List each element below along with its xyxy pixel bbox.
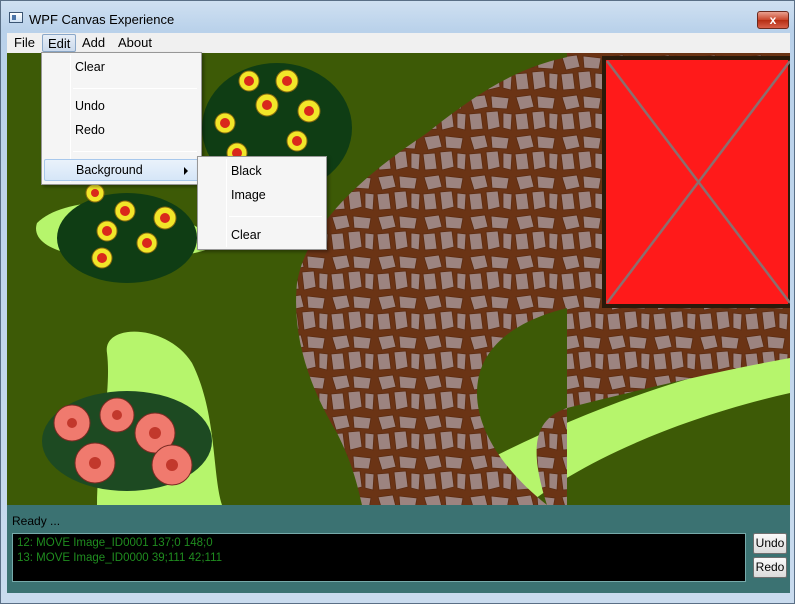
menu-item-background[interactable]: Background — [44, 159, 199, 181]
background-submenu: Black Image Clear — [197, 156, 327, 250]
menu-item-undo[interactable]: Undo — [44, 95, 199, 117]
window-title: WPF Canvas Experience — [29, 12, 175, 27]
undo-button[interactable]: Undo — [753, 533, 787, 554]
menu-separator — [73, 88, 197, 89]
edit-menu-dropdown: Clear Undo Redo Background — [41, 52, 202, 185]
menu-bar: File Edit Add About — [7, 33, 790, 53]
log-line: 13: MOVE Image_ID0000 39;111 42;111 — [17, 552, 223, 564]
app-window: WPF Canvas Experience x File Edit Add Ab… — [0, 0, 795, 604]
status-text: Ready ... — [12, 514, 61, 528]
menu-file[interactable]: File — [9, 34, 40, 52]
log-line: 12: MOVE Image_ID0001 137;0 148;0 — [17, 537, 213, 549]
menu-item-image[interactable]: Image — [200, 184, 324, 206]
submenu-arrow-icon — [184, 167, 188, 175]
menu-item-background-label: Background — [76, 163, 143, 177]
menu-item-background-clear[interactable]: Clear — [200, 224, 324, 246]
menu-item-redo[interactable]: Redo — [44, 119, 199, 141]
menu-about[interactable]: About — [113, 34, 157, 52]
menu-edit[interactable]: Edit — [42, 34, 77, 52]
redo-button[interactable]: Redo — [753, 557, 787, 578]
app-icon — [9, 12, 23, 23]
close-button[interactable]: x — [757, 11, 789, 29]
command-log[interactable]: 12: MOVE Image_ID0001 137;0 148;0 13: MOV… — [12, 533, 746, 582]
menu-add[interactable]: Add — [77, 34, 110, 52]
menu-separator — [73, 151, 197, 152]
status-panel: Ready ... 12: MOVE Image_ID0001 137;0 14… — [7, 505, 790, 593]
title-bar[interactable]: WPF Canvas Experience x — [1, 1, 794, 32]
menu-separator — [229, 216, 322, 217]
menu-item-clear[interactable]: Clear — [44, 56, 199, 78]
menu-item-black[interactable]: Black — [200, 160, 324, 182]
